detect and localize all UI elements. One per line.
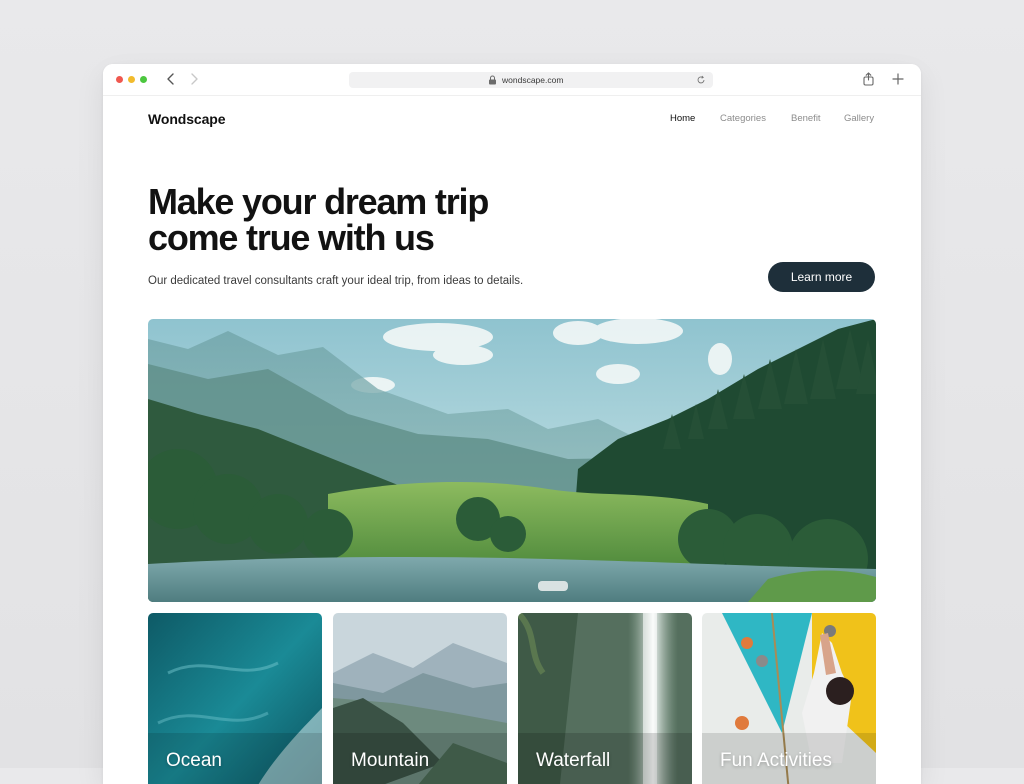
category-card-ocean[interactable]: Ocean [148,613,322,784]
share-icon[interactable] [862,72,875,86]
browser-toolbar: wondscape.com [103,64,921,96]
hero-landscape-image [148,319,876,602]
hero-headline-line1: Make your dream trip [148,181,489,222]
reload-icon[interactable] [696,75,706,85]
category-label-mountain: Mountain [351,750,430,771]
forward-arrow-icon[interactable] [187,72,201,86]
address-bar[interactable]: wondscape.com [349,72,713,88]
nav-home[interactable]: Home [670,113,695,124]
lock-icon [489,75,496,85]
category-card-waterfall[interactable]: Waterfall [518,613,692,784]
nav-benefit[interactable]: Benefit [791,113,821,124]
site-logo[interactable]: Wondscape [148,111,226,127]
hero-headline-line2: come true with us [148,217,435,258]
minimize-window-button[interactable] [128,76,135,83]
nav-gallery[interactable]: Gallery [844,113,874,124]
category-label-ocean: Ocean [166,750,222,771]
url-text: wondscape.com [502,75,564,85]
category-label-fun-activities: Fun Activities [720,750,832,771]
category-card-mountain[interactable]: Mountain [333,613,507,784]
maximize-window-button[interactable] [140,76,147,83]
new-tab-icon[interactable] [892,73,904,85]
nav-categories[interactable]: Categories [720,113,766,124]
hero-headline: Make your dream trip come true with us [148,184,568,256]
close-window-button[interactable] [116,76,123,83]
category-label-waterfall: Waterfall [536,750,611,771]
back-arrow-icon[interactable] [164,72,178,86]
browser-window: wondscape.com Wondscape Home Categories … [103,64,921,784]
learn-more-button[interactable]: Learn more [768,262,875,292]
hero-subtext: Our dedicated travel consultants craft y… [148,275,524,287]
category-card-fun-activities[interactable]: Fun Activities [702,613,876,784]
